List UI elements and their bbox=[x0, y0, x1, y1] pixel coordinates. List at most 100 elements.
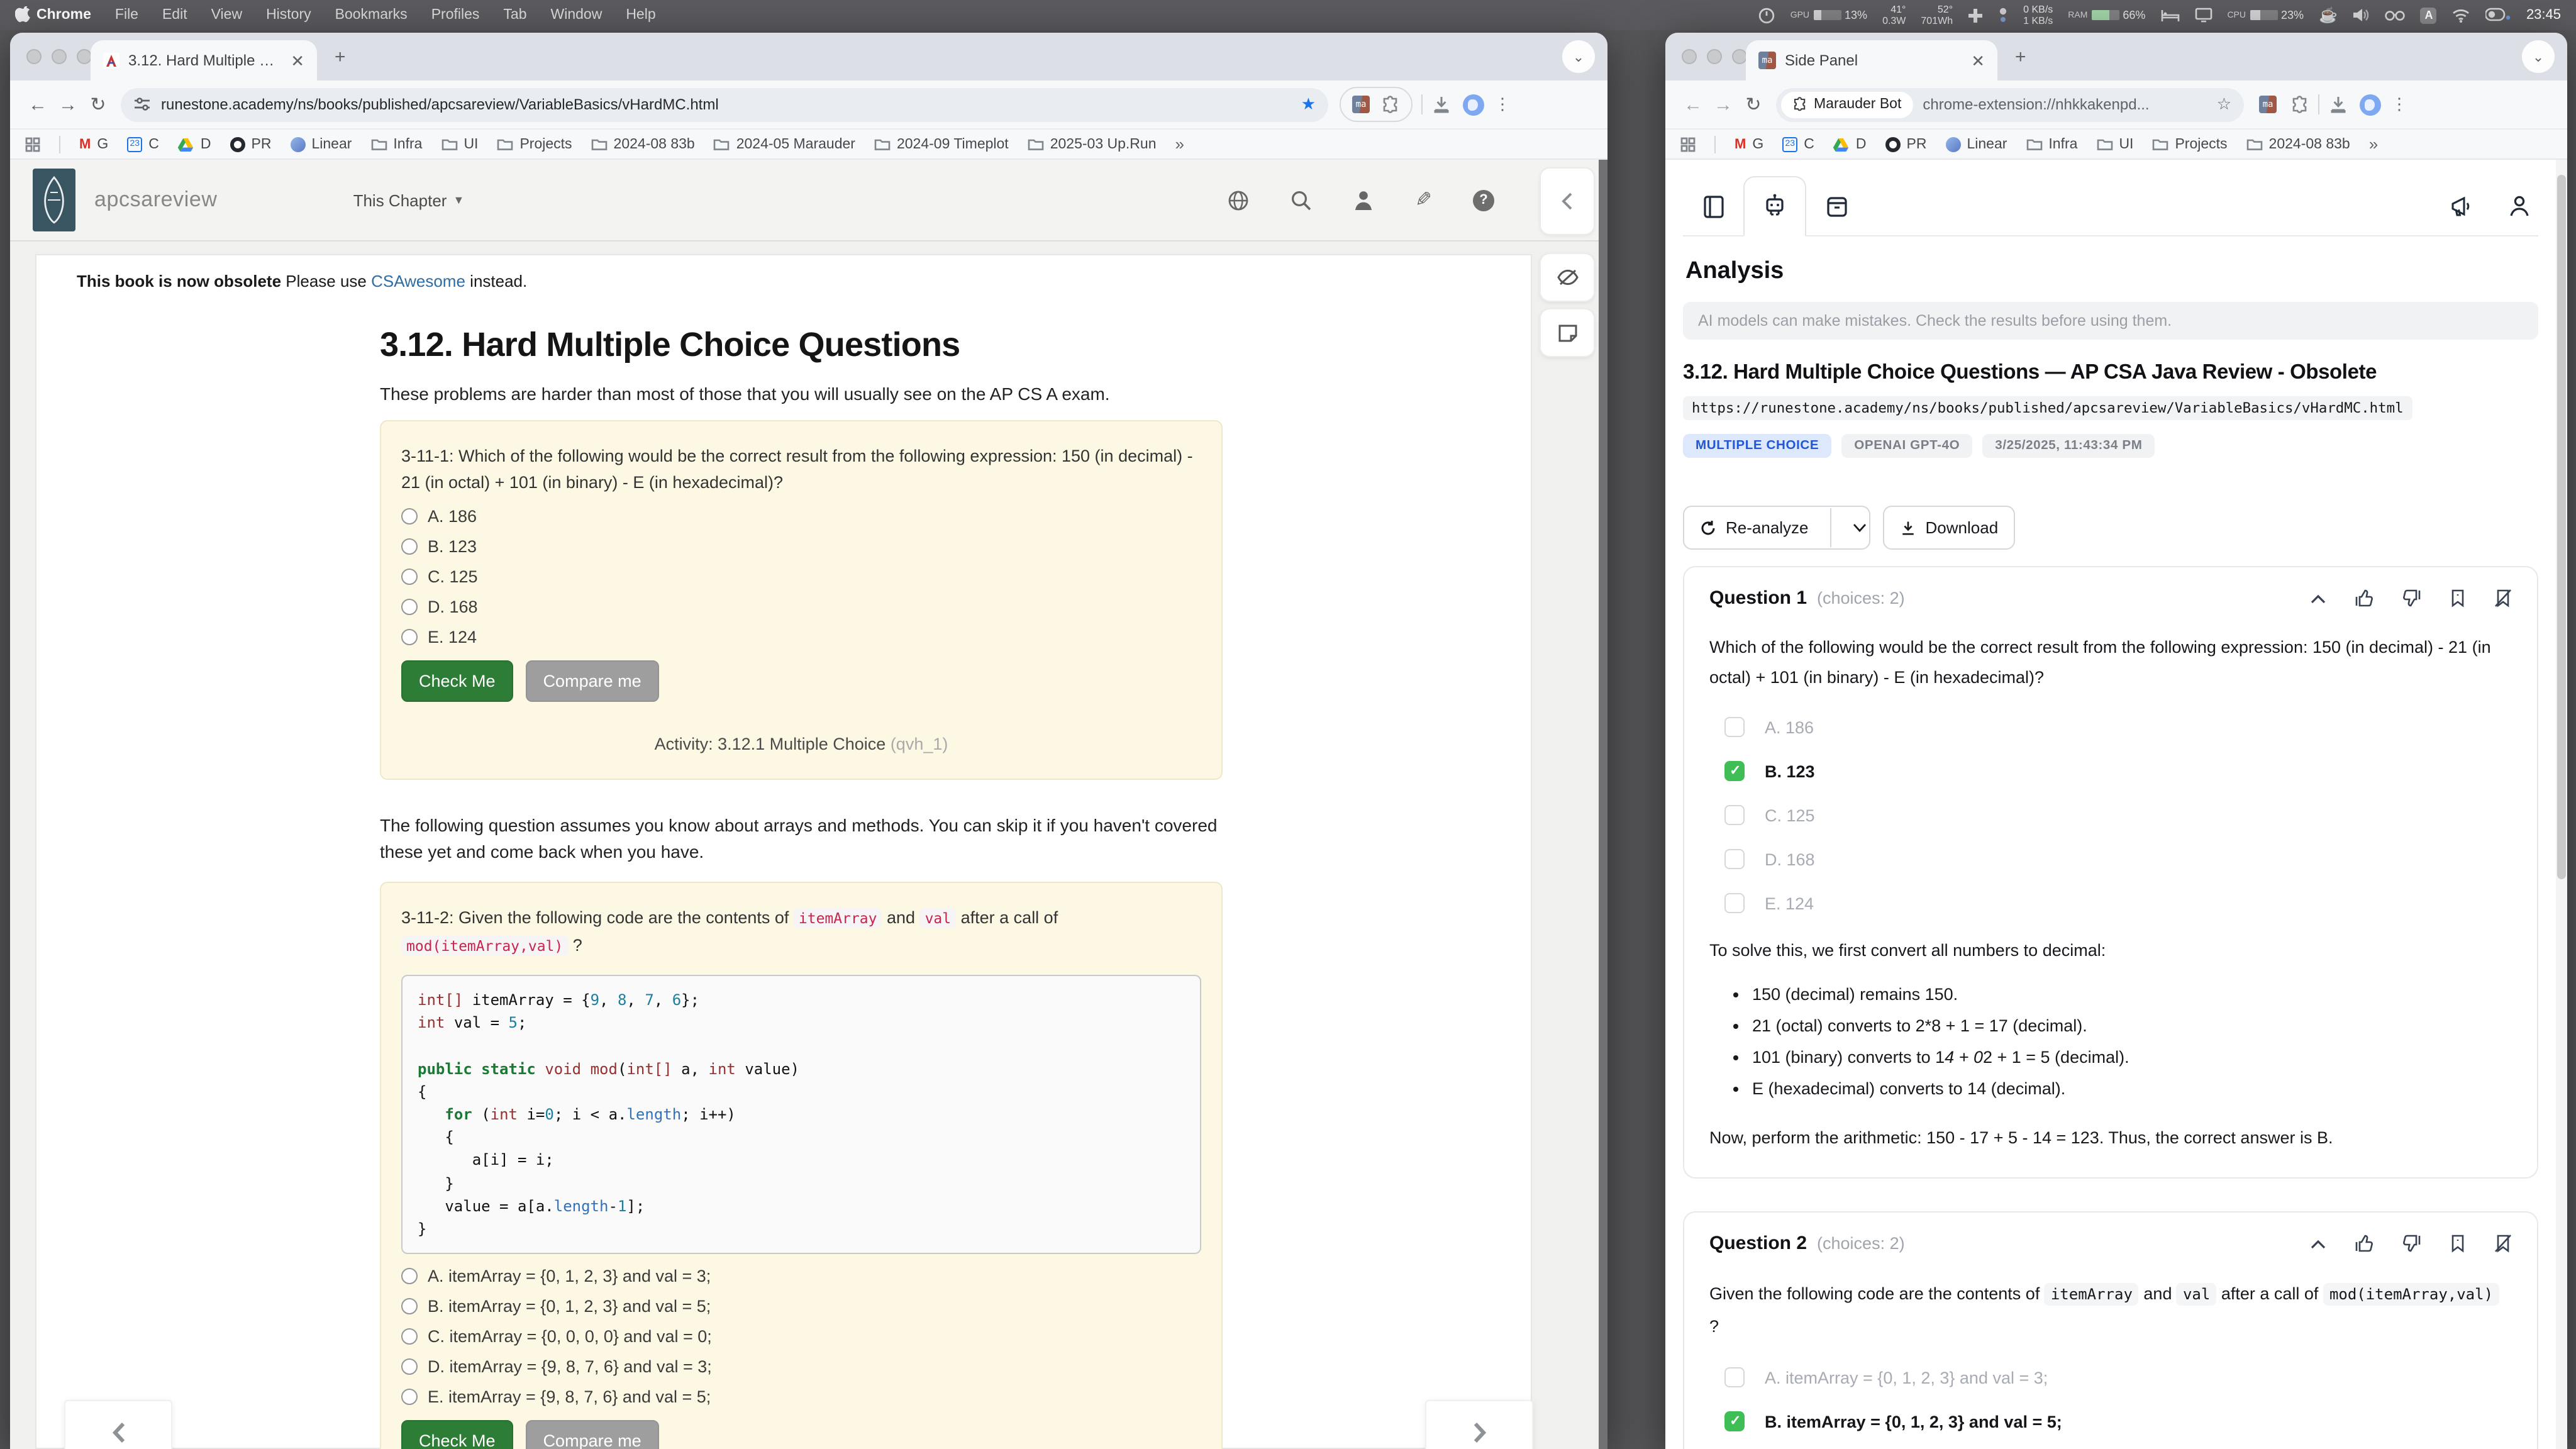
bookmark-item[interactable]: Projects bbox=[2152, 136, 2227, 152]
radio-button[interactable] bbox=[401, 1389, 418, 1405]
bed-icon[interactable] bbox=[2160, 8, 2179, 22]
minimize-window-button[interactable] bbox=[1707, 49, 1722, 64]
tab-close-icon[interactable]: ✕ bbox=[1971, 52, 1985, 69]
thumbs-down-icon[interactable] bbox=[2402, 589, 2421, 608]
browser-tab[interactable]: 3.12. Hard Multiple Choice Qu ✕ bbox=[91, 40, 317, 80]
tab-archive[interactable] bbox=[1806, 177, 1867, 235]
bookmark-item[interactable]: 2024-08 83b bbox=[2246, 136, 2350, 152]
bookmark-item[interactable]: UI bbox=[441, 136, 478, 152]
marauder-extension-icon[interactable]: ma bbox=[1352, 96, 1370, 113]
menu-item-chrome[interactable]: Chrome bbox=[36, 8, 91, 23]
runestone-logo[interactable] bbox=[33, 169, 75, 231]
help-icon[interactable]: ? bbox=[1473, 189, 1494, 211]
choice-row[interactable]: A. 186 bbox=[1724, 717, 2512, 737]
account-icon[interactable] bbox=[2508, 195, 2531, 218]
choice-row[interactable]: A. itemArray = {0, 1, 2, 3} and val = 3; bbox=[1724, 1367, 2512, 1387]
check-me-button[interactable]: Check Me bbox=[401, 660, 513, 702]
profile-avatar[interactable] bbox=[2360, 94, 2381, 115]
zoom-window-button[interactable] bbox=[1732, 49, 1747, 64]
bookmark-item[interactable]: PR bbox=[1885, 136, 1927, 152]
menu-item-edit[interactable]: Edit bbox=[162, 8, 187, 23]
bookmark-icon[interactable] bbox=[2450, 589, 2465, 608]
hide-annotations-button[interactable] bbox=[1540, 253, 1595, 302]
bookmark-item[interactable]: D bbox=[178, 136, 211, 152]
display-icon[interactable] bbox=[2194, 8, 2212, 23]
thumbs-up-icon[interactable] bbox=[2355, 1234, 2373, 1253]
tab-journal[interactable] bbox=[1683, 177, 1743, 235]
bookmark-slash-icon[interactable] bbox=[2494, 1234, 2512, 1253]
chapter-dropdown[interactable]: This Chapter▼ bbox=[353, 191, 465, 209]
answer-option[interactable]: D. itemArray = {9, 8, 7, 6} and val = 3; bbox=[401, 1357, 1201, 1376]
choice-checkbox[interactable] bbox=[1724, 1411, 1745, 1431]
marauder-extension-icon[interactable]: ma bbox=[2259, 96, 2277, 113]
new-tab-button[interactable]: + bbox=[335, 47, 346, 68]
forward-button[interactable]: → bbox=[1708, 94, 1738, 115]
reanalyze-button[interactable]: Re-analyze bbox=[1683, 506, 1870, 550]
reanalyze-dropdown[interactable] bbox=[1840, 523, 1869, 532]
compare-me-button-2[interactable]: Compare me bbox=[526, 1420, 659, 1449]
collapse-chevron-icon[interactable] bbox=[2311, 593, 2326, 603]
extension-name-chip[interactable]: Marauder Bot bbox=[1781, 91, 1913, 118]
reload-button[interactable]: ↻ bbox=[83, 93, 113, 116]
profile-avatar[interactable] bbox=[1463, 94, 1484, 115]
power-indicator-icon[interactable] bbox=[1759, 7, 1775, 23]
next-page-button[interactable] bbox=[1425, 1400, 1533, 1449]
site-brand[interactable]: apcsareview bbox=[94, 187, 218, 213]
bookmark-item[interactable]: 23C bbox=[127, 136, 159, 152]
choice-checkbox[interactable] bbox=[1724, 805, 1745, 825]
bookmark-item[interactable]: MG bbox=[79, 136, 108, 152]
bookmarks-overflow-chevron[interactable]: » bbox=[2369, 135, 2378, 153]
bookmark-icon[interactable] bbox=[2450, 1234, 2465, 1253]
choice-checkbox[interactable] bbox=[1724, 849, 1745, 869]
bookmark-item[interactable]: 2024-05 Marauder bbox=[714, 136, 855, 152]
close-window-button[interactable] bbox=[26, 49, 42, 64]
answer-option[interactable]: A. itemArray = {0, 1, 2, 3} and val = 3; bbox=[401, 1267, 1201, 1285]
extensions-puzzle-icon[interactable] bbox=[1381, 95, 1400, 114]
site-settings-icon[interactable] bbox=[133, 96, 151, 113]
gpu-meter[interactable]: GPU 13% bbox=[1790, 9, 1867, 21]
choice-row[interactable]: C. 125 bbox=[1724, 805, 2512, 825]
dot-indicator-icon[interactable] bbox=[1997, 8, 2008, 23]
downloads-icon[interactable] bbox=[1431, 94, 1452, 114]
toggle-switch-icon[interactable] bbox=[2486, 8, 2511, 23]
menu-item-tab[interactable]: Tab bbox=[503, 8, 526, 23]
radio-button[interactable] bbox=[401, 538, 418, 555]
bookmark-star-icon[interactable]: ★ bbox=[1301, 94, 1316, 114]
menu-item-file[interactable]: File bbox=[115, 8, 138, 23]
sidebar-collapse-button[interactable] bbox=[1540, 167, 1595, 235]
choice-row[interactable]: E. 124 bbox=[1724, 893, 2512, 913]
extensions-puzzle-icon[interactable] bbox=[2290, 95, 2309, 114]
menu-clock[interactable]: 23:45 bbox=[2526, 8, 2561, 23]
wifi-icon[interactable] bbox=[2452, 8, 2471, 22]
radio-button[interactable] bbox=[401, 1298, 418, 1314]
choice-checkbox[interactable] bbox=[1724, 717, 1745, 737]
radio-button[interactable] bbox=[401, 1358, 418, 1375]
globe-icon[interactable] bbox=[1227, 189, 1248, 211]
input-source-badge[interactable]: A bbox=[2421, 7, 2437, 23]
answer-option[interactable]: C. 125 bbox=[401, 567, 1201, 586]
menu-item-help[interactable]: Help bbox=[626, 8, 655, 23]
choice-checkbox[interactable] bbox=[1724, 761, 1745, 781]
volume-icon[interactable] bbox=[2353, 8, 2370, 23]
radio-button[interactable] bbox=[401, 599, 418, 615]
zoom-window-button[interactable] bbox=[77, 49, 92, 64]
caffeine-cup-icon[interactable]: ☕ bbox=[2319, 6, 2338, 24]
bookmark-item[interactable]: 23C bbox=[1782, 136, 1814, 152]
check-me-button-2[interactable]: Check Me bbox=[401, 1420, 513, 1449]
choice-checkbox[interactable] bbox=[1724, 1367, 1745, 1387]
tab-search-button[interactable]: ⌄ bbox=[2522, 40, 2555, 73]
scratch-pencil-icon[interactable]: ✎ bbox=[1414, 187, 1431, 213]
close-window-button[interactable] bbox=[1682, 49, 1697, 64]
address-bar[interactable]: runestone.academy/ns/books/published/apc… bbox=[121, 87, 1328, 121]
bookmark-item[interactable] bbox=[1680, 136, 1696, 152]
bookmark-item[interactable]: MG bbox=[1735, 136, 1763, 152]
address-bar[interactable]: Marauder Bot chrome-extension://nhkkaken… bbox=[1776, 87, 2244, 121]
tab-search-button[interactable]: ⌄ bbox=[1562, 40, 1595, 73]
announcements-megaphone-icon[interactable] bbox=[2449, 195, 2474, 218]
chrome-menu-icon[interactable]: ⋮ bbox=[1494, 94, 1511, 114]
radio-button[interactable] bbox=[401, 569, 418, 585]
answer-option[interactable]: A. 186 bbox=[401, 507, 1201, 526]
downloads-icon[interactable] bbox=[2328, 94, 2348, 114]
forward-button[interactable]: → bbox=[53, 94, 83, 115]
compare-me-button[interactable]: Compare me bbox=[526, 660, 659, 702]
